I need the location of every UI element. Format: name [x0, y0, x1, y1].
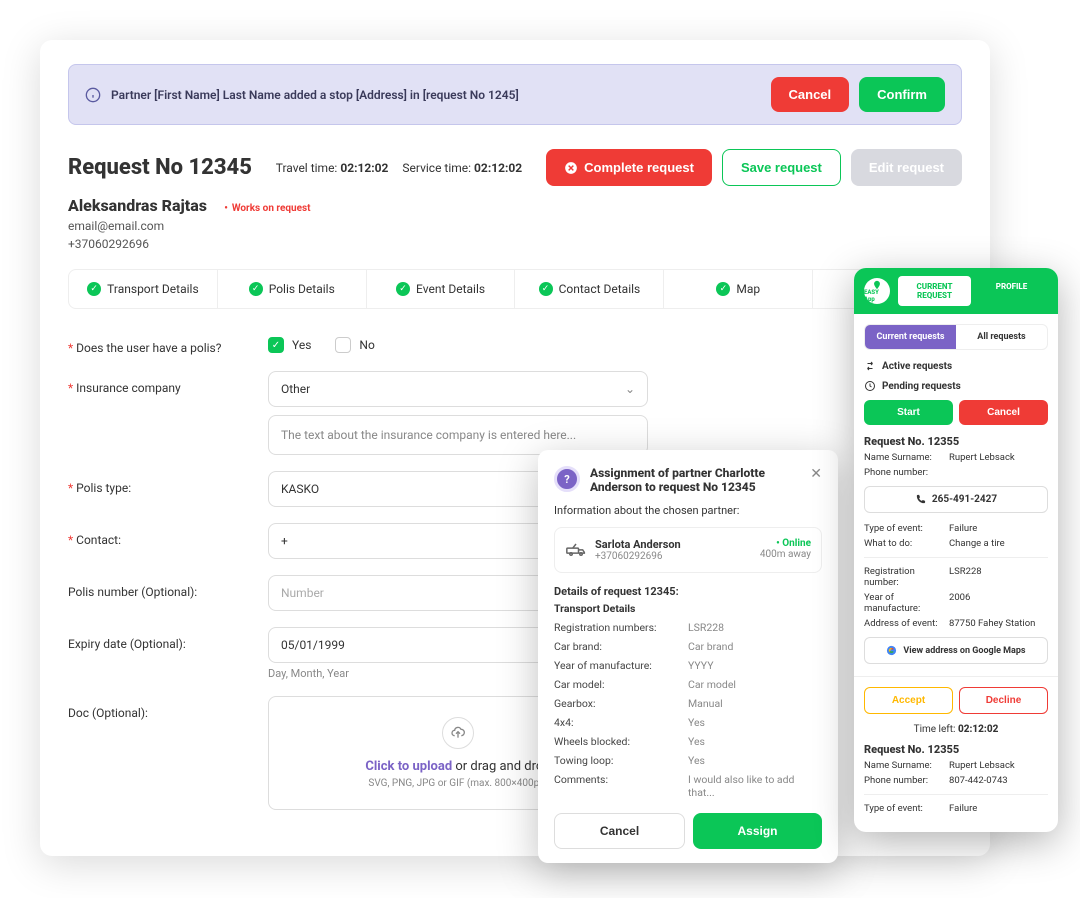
- time-left: Time left: 02:12:02: [864, 724, 1048, 735]
- edit-request-button[interactable]: Edit request: [851, 149, 962, 186]
- details-label: Details of request 12345:: [554, 585, 822, 598]
- section-tabs: ✓Transport Details ✓Polis Details ✓Event…: [68, 269, 962, 309]
- label-expiry-date: Expiry date (Optional):: [68, 627, 268, 651]
- transport-details-grid: Registration numbers:LSR228 Car brand:Ca…: [554, 621, 822, 799]
- service-time: Service time: 02:12:02: [402, 161, 522, 175]
- request-1-title: Request No. 12355: [864, 435, 1048, 448]
- partner-name: Sarlota Anderson: [595, 538, 752, 551]
- request-2-title: Request No. 12355: [864, 743, 1048, 756]
- checkbox-no[interactable]: No: [335, 337, 374, 353]
- save-request-button[interactable]: Save request: [722, 149, 841, 186]
- assign-partner-dialog: ? Assignment of partner Charlotte Anders…: [538, 450, 838, 863]
- check-icon: ✓: [716, 282, 730, 296]
- info-icon: [85, 87, 101, 103]
- app-logo-icon: EASY App: [864, 278, 890, 304]
- upload-cloud-icon: [442, 717, 474, 749]
- dialog-subtitle: Information about the chosen partner:: [554, 504, 822, 517]
- notif-confirm-button[interactable]: Confirm: [859, 77, 945, 112]
- mobile-app-card: EASY App CURRENT REQUEST PROFILE Current…: [854, 268, 1058, 832]
- question-icon: ?: [554, 466, 580, 492]
- insurance-description-input[interactable]: The text about the insurance company is …: [268, 415, 648, 455]
- segment-all-requests[interactable]: All requests: [956, 325, 1047, 349]
- mobile-start-button[interactable]: Start: [864, 400, 953, 425]
- tab-contact-details[interactable]: ✓Contact Details: [515, 270, 664, 308]
- view-on-google-maps-button[interactable]: View address on Google Maps: [864, 637, 1048, 664]
- dialog-cancel-button[interactable]: Cancel: [554, 813, 685, 849]
- mobile-tab-current-request[interactable]: CURRENT REQUEST: [898, 276, 971, 306]
- segment-current-requests[interactable]: Current requests: [865, 325, 956, 349]
- page-title: Request No 12345: [68, 155, 252, 180]
- check-icon: ✓: [396, 282, 410, 296]
- request-header: Request No 12345 Travel time: 02:12:02 S…: [68, 149, 962, 186]
- client-info: Aleksandras Rajtas Works on request emai…: [68, 196, 962, 251]
- close-circle-icon: [564, 161, 578, 175]
- tab-transport-details[interactable]: ✓Transport Details: [69, 270, 218, 308]
- mobile-cancel-button[interactable]: Cancel: [959, 400, 1048, 425]
- checkbox-checked-icon: ✓: [268, 337, 284, 353]
- partner-card: Sarlota Anderson +37060292696 • Online 4…: [554, 527, 822, 573]
- swap-icon: [864, 360, 876, 372]
- label-doc: Doc (Optional):: [68, 696, 268, 720]
- chevron-down-icon: ⌄: [625, 382, 635, 396]
- close-icon[interactable]: ✕: [810, 466, 822, 482]
- check-icon: ✓: [87, 282, 101, 296]
- client-name: Aleksandras Rajtas: [68, 196, 207, 215]
- mobile-segment-control: Current requests All requests: [864, 324, 1048, 350]
- notification-bar: Partner [First Name] Last Name added a s…: [68, 64, 962, 125]
- clock-icon: [864, 380, 876, 392]
- active-requests-row[interactable]: Active requests: [864, 360, 1048, 372]
- checkbox-unchecked-icon: [335, 337, 351, 353]
- partner-distance: 400m away: [760, 549, 811, 560]
- label-insurance-company: Insurance company: [68, 371, 268, 395]
- pending-requests-row[interactable]: Pending requests: [864, 380, 1048, 392]
- label-polis-type: Polis type:: [68, 471, 268, 495]
- call-phone-button[interactable]: 265-491-2427: [864, 486, 1048, 513]
- checkbox-yes[interactable]: ✓Yes: [268, 337, 311, 353]
- notification-message: Partner [First Name] Last Name added a s…: [111, 88, 761, 102]
- dialog-title: Assignment of partner Charlotte Anderson…: [590, 466, 800, 494]
- tow-truck-icon: [565, 538, 587, 560]
- complete-request-button[interactable]: Complete request: [546, 149, 712, 186]
- label-polis-number: Polis number (Optional):: [68, 575, 268, 599]
- transport-details-heading: Transport Details: [554, 602, 822, 615]
- insurance-company-select[interactable]: Other⌄: [268, 371, 648, 407]
- partner-online-status: • Online: [760, 538, 811, 549]
- mobile-header: EASY App CURRENT REQUEST PROFILE: [854, 268, 1058, 314]
- decline-button[interactable]: Decline: [959, 687, 1048, 714]
- tab-event-details[interactable]: ✓Event Details: [367, 270, 516, 308]
- mobile-tab-profile[interactable]: PROFILE: [975, 276, 1048, 306]
- phone-icon: [915, 494, 926, 505]
- works-on-request-badge: Works on request: [224, 203, 310, 214]
- travel-time: Travel time: 02:12:02: [276, 161, 389, 175]
- dialog-assign-button[interactable]: Assign: [693, 813, 822, 849]
- client-email: email@email.com: [68, 219, 962, 233]
- main-desktop-card: Partner [First Name] Last Name added a s…: [40, 40, 990, 856]
- label-has-polis: Does the user have a polis?: [68, 331, 268, 355]
- notif-cancel-button[interactable]: Cancel: [771, 77, 850, 112]
- check-icon: ✓: [249, 282, 263, 296]
- tab-map[interactable]: ✓Map: [664, 270, 813, 308]
- partner-phone: +37060292696: [595, 551, 752, 562]
- check-icon: ✓: [539, 282, 553, 296]
- accept-button[interactable]: Accept: [864, 687, 953, 714]
- google-icon: [886, 645, 897, 656]
- tab-polis-details[interactable]: ✓Polis Details: [218, 270, 367, 308]
- label-contact: Contact:: [68, 523, 268, 547]
- client-phone: +37060292696: [68, 237, 962, 251]
